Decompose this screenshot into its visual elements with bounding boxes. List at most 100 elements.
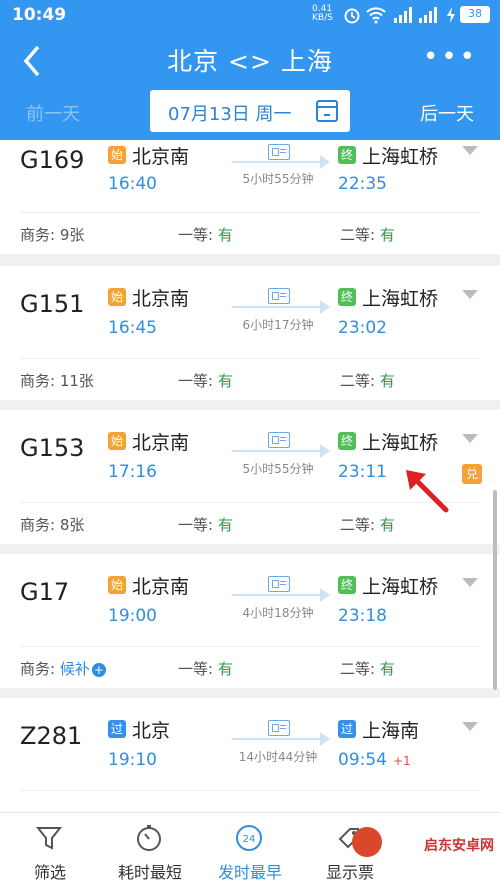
exchange-badge[interactable]: 兑	[462, 464, 482, 484]
divider	[20, 646, 480, 647]
depart-time: 17:16	[108, 462, 157, 482]
route-arrow	[232, 155, 330, 169]
filter-label: 筛选	[33, 863, 66, 882]
train-card[interactable]: G17 始 北京南 19:00 4小时18分钟 终 上海虹桥 23:18 商务:…	[0, 554, 500, 688]
watermark-text: 启东安卓网	[424, 838, 494, 854]
start-station-tag: 始	[108, 288, 126, 306]
end-station-tag: 终	[338, 432, 356, 450]
svg-text:24: 24	[243, 834, 256, 845]
to-station: 上海虹桥	[362, 288, 439, 310]
business-seat: 商务: 11张	[20, 372, 94, 390]
stopwatch-icon	[137, 825, 161, 851]
start-station-tag: 始	[108, 146, 126, 164]
signal-4g-icon	[419, 7, 437, 23]
second-class-seat: 二等: 有	[340, 226, 395, 244]
arrive-time: 22:35	[338, 174, 387, 194]
wifi-icon	[366, 7, 386, 24]
train-card[interactable]: Z281 过 北京 19:10 14小时44分钟 过 上海南 09:54 +1	[0, 698, 500, 812]
start-station-tag: 始	[108, 576, 126, 594]
depart-time: 16:45	[108, 318, 157, 338]
charging-icon	[447, 7, 455, 23]
second-class-seat: 二等: 有	[340, 660, 395, 678]
shortest-duration-label: 耗时最短	[117, 863, 182, 882]
business-seat: 商务: 候补 +	[20, 660, 106, 678]
show-tickets-label: 显示票	[325, 863, 374, 882]
to-station: 上海虹桥	[362, 432, 439, 454]
end-station-tag: 终	[338, 576, 356, 594]
train-number: G169	[20, 146, 85, 174]
train-card[interactable]: G169 始 北京南 16:40 5小时55分钟 终 上海虹桥 22:35 商务…	[0, 140, 500, 254]
route-arrow	[232, 588, 330, 602]
second-class-seat: 二等: 有	[340, 516, 395, 534]
to-station: 上海虹桥	[362, 146, 439, 168]
expand-chevron-icon[interactable]	[462, 578, 478, 587]
prev-day-button[interactable]: 前一天	[26, 100, 80, 126]
route-arrow	[232, 444, 330, 458]
end-station-tag: 终	[338, 288, 356, 306]
divider	[20, 212, 480, 213]
first-class-seat: 一等: 有	[178, 516, 233, 534]
signal-icon	[394, 7, 412, 23]
clock-24-icon: 24	[236, 825, 262, 851]
train-list[interactable]: G169 始 北京南 16:40 5小时55分钟 终 上海虹桥 22:35 商务…	[0, 140, 500, 812]
id-card-icon	[268, 432, 290, 448]
expand-chevron-icon[interactable]	[462, 290, 478, 299]
filter-tab[interactable]: 筛选	[0, 813, 100, 889]
start-station-tag: 始	[108, 432, 126, 450]
depart-time: 16:40	[108, 174, 157, 194]
duration: 14小时44分钟	[238, 750, 318, 764]
add-waitlist-icon[interactable]: +	[91, 662, 106, 677]
depart-time: 19:10	[108, 750, 157, 770]
duration: 4小时18分钟	[242, 606, 314, 620]
train-number: Z281	[20, 722, 83, 750]
more-menu-icon[interactable]: •••	[423, 42, 478, 72]
watermark-logo	[352, 827, 382, 857]
status-time: 10:49	[12, 5, 67, 25]
duration: 5小时55分钟	[242, 172, 314, 186]
expand-chevron-icon[interactable]	[462, 146, 478, 155]
first-class-seat: 一等: 有	[178, 660, 233, 678]
status-bar: 10:49 0.41 KB/S 38	[0, 0, 500, 30]
battery-indicator: 38	[460, 6, 490, 23]
from-station: 北京	[132, 720, 171, 742]
alarm-icon	[344, 8, 360, 24]
nav-bar: 北京 <> 上海 •••	[0, 32, 500, 84]
pass-station-tag: 过	[338, 720, 356, 738]
show-tickets-tab[interactable]: 显示票	[300, 813, 400, 889]
shortest-duration-tab[interactable]: 耗时最短	[100, 813, 200, 889]
to-station: 上海南	[362, 720, 420, 742]
duration: 6小时17分钟	[242, 318, 314, 332]
expand-chevron-icon[interactable]	[462, 434, 478, 443]
filter-icon	[35, 827, 63, 850]
train-number: G17	[20, 578, 70, 606]
scrollbar[interactable]	[493, 490, 497, 690]
end-station-tag: 终	[338, 146, 356, 164]
id-card-icon	[268, 288, 290, 304]
calendar-icon	[316, 100, 338, 122]
next-day-button[interactable]: 后一天	[420, 100, 474, 126]
earliest-departure-label: 发时最早	[217, 863, 282, 882]
net-speed: 0.41 KB/S	[312, 4, 333, 23]
next-day-marker: +1	[393, 754, 411, 768]
train-number: G153	[20, 434, 85, 462]
earliest-departure-tab[interactable]: 24 发时最早	[200, 813, 300, 889]
pass-station-tag: 过	[108, 720, 126, 738]
to-station: 上海虹桥	[362, 576, 439, 598]
expand-chevron-icon[interactable]	[462, 722, 478, 731]
date-bar: 前一天 07月13日 周一 后一天	[0, 88, 500, 134]
train-card[interactable]: G151 始 北京南 16:45 6小时17分钟 终 上海虹桥 23:02 商务…	[0, 266, 500, 400]
selected-date: 07月13日 周一	[168, 104, 292, 125]
business-seat: 商务: 9张	[20, 226, 85, 244]
bottom-toolbar: 筛选 耗时最短 24 发时最早 显示票 启东安卓网	[0, 812, 500, 889]
depart-time: 19:00	[108, 606, 157, 626]
waitlist-link[interactable]: 候补	[60, 660, 90, 678]
arrive-time: 23:11	[338, 462, 387, 482]
id-card-icon	[268, 144, 290, 160]
id-card-icon	[268, 720, 290, 736]
annotation-arrow-icon	[406, 470, 449, 513]
date-picker[interactable]: 07月13日 周一	[150, 90, 350, 132]
divider	[20, 358, 480, 359]
route-arrow	[232, 732, 330, 746]
business-seat: 商务: 8张	[20, 516, 85, 534]
divider	[20, 790, 480, 791]
